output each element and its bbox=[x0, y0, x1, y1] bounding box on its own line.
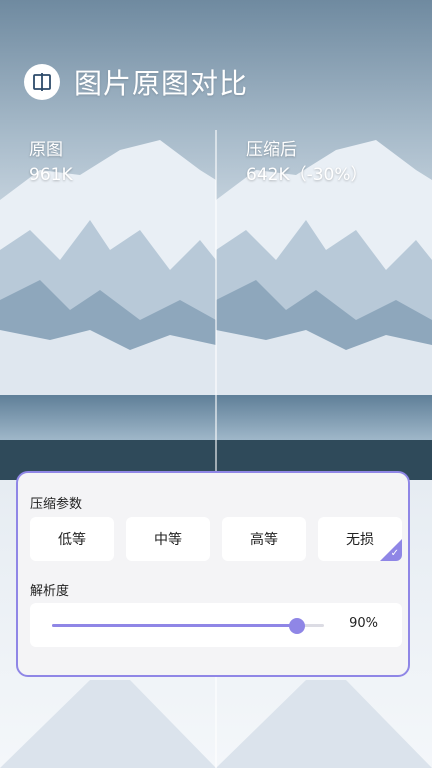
resolution-slider[interactable] bbox=[52, 618, 324, 634]
quality-options: 低等 中等 高等 无损 ✓ bbox=[30, 517, 402, 561]
original-size: 961K bbox=[29, 165, 73, 185]
option-label: 高等 bbox=[250, 532, 278, 548]
option-high[interactable]: 高等 bbox=[222, 517, 306, 561]
slider-thumb[interactable] bbox=[288, 618, 305, 634]
compressed-info: 压缩后 642K（-30%） bbox=[246, 138, 368, 188]
option-medium[interactable]: 中等 bbox=[126, 517, 210, 561]
original-label: 原图 bbox=[29, 140, 63, 160]
option-low[interactable]: 低等 bbox=[30, 517, 114, 561]
slider-fill bbox=[52, 624, 297, 627]
resolution-value: 90% bbox=[349, 616, 378, 631]
option-label: 中等 bbox=[154, 532, 182, 548]
option-lossless[interactable]: 无损 ✓ bbox=[318, 517, 402, 561]
resolution-slider-card: 90% bbox=[30, 603, 402, 647]
resolution-label: 解析度 bbox=[30, 584, 70, 599]
compress-params-label: 压缩参数 bbox=[30, 497, 83, 512]
page-title: 图片原图对比 bbox=[74, 67, 249, 100]
header: 图片原图对比 bbox=[24, 62, 248, 102]
compressed-size: 642K（-30%） bbox=[246, 165, 368, 185]
compressed-label: 压缩后 bbox=[246, 140, 297, 160]
original-info: 原图 961K bbox=[29, 138, 73, 188]
settings-panel: 压缩参数 低等 中等 高等 无损 ✓ 解析度 90% bbox=[16, 471, 410, 677]
compare-icon bbox=[24, 64, 60, 100]
option-label: 无损 bbox=[346, 532, 374, 548]
check-icon: ✓ bbox=[390, 548, 399, 559]
option-label: 低等 bbox=[58, 532, 86, 548]
